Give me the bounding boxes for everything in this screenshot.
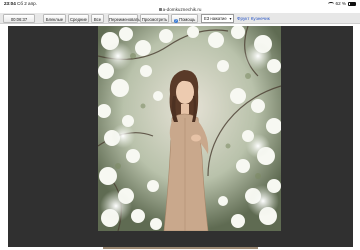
help-label: Помощь (179, 17, 196, 22)
battery-percent: 62 % (335, 1, 346, 6)
rename-button[interactable]: Переименовать (108, 14, 140, 23)
photo-woman-in-blossoms[interactable] (98, 26, 281, 231)
thumbnail-strip[interactable] (103, 247, 258, 249)
mode-select[interactable]: ЕЗ нажатие ▾ (201, 14, 234, 23)
mode-select-value: ЕЗ нажатие (204, 16, 227, 21)
filter-all-button[interactable]: Все (91, 14, 104, 23)
lock-icon (158, 8, 162, 11)
filter-medium-button[interactable]: Средние (68, 14, 89, 23)
status-date: Сб 2 апр. (17, 1, 37, 6)
help-icon: ? (173, 18, 179, 23)
filter-faded-button[interactable]: Блеклые (43, 14, 66, 23)
timer-display: 00:06:37 (3, 14, 35, 23)
status-indicators: 62 % (327, 1, 356, 6)
toolbar: 00:06:37 Блеклые Средние Все Переименова… (0, 13, 360, 24)
status-time: 23:04 (4, 1, 16, 6)
view-button[interactable]: Просмотреть (140, 14, 169, 23)
help-button[interactable]: ? Помощь (171, 14, 198, 23)
url-text: a-domkuznechik.ru (162, 7, 202, 12)
battery-icon (348, 1, 356, 6)
browser-window: 23:04 Сб 2 апр. 62 % a-domkuznechik.ru 0… (0, 0, 360, 250)
photo-illustration (98, 26, 281, 231)
chevron-down-icon: ▾ (229, 16, 232, 21)
wifi-icon (327, 1, 334, 6)
user-name-link[interactable]: Фрукт Кузнечик (237, 14, 270, 23)
image-viewer (8, 26, 353, 249)
